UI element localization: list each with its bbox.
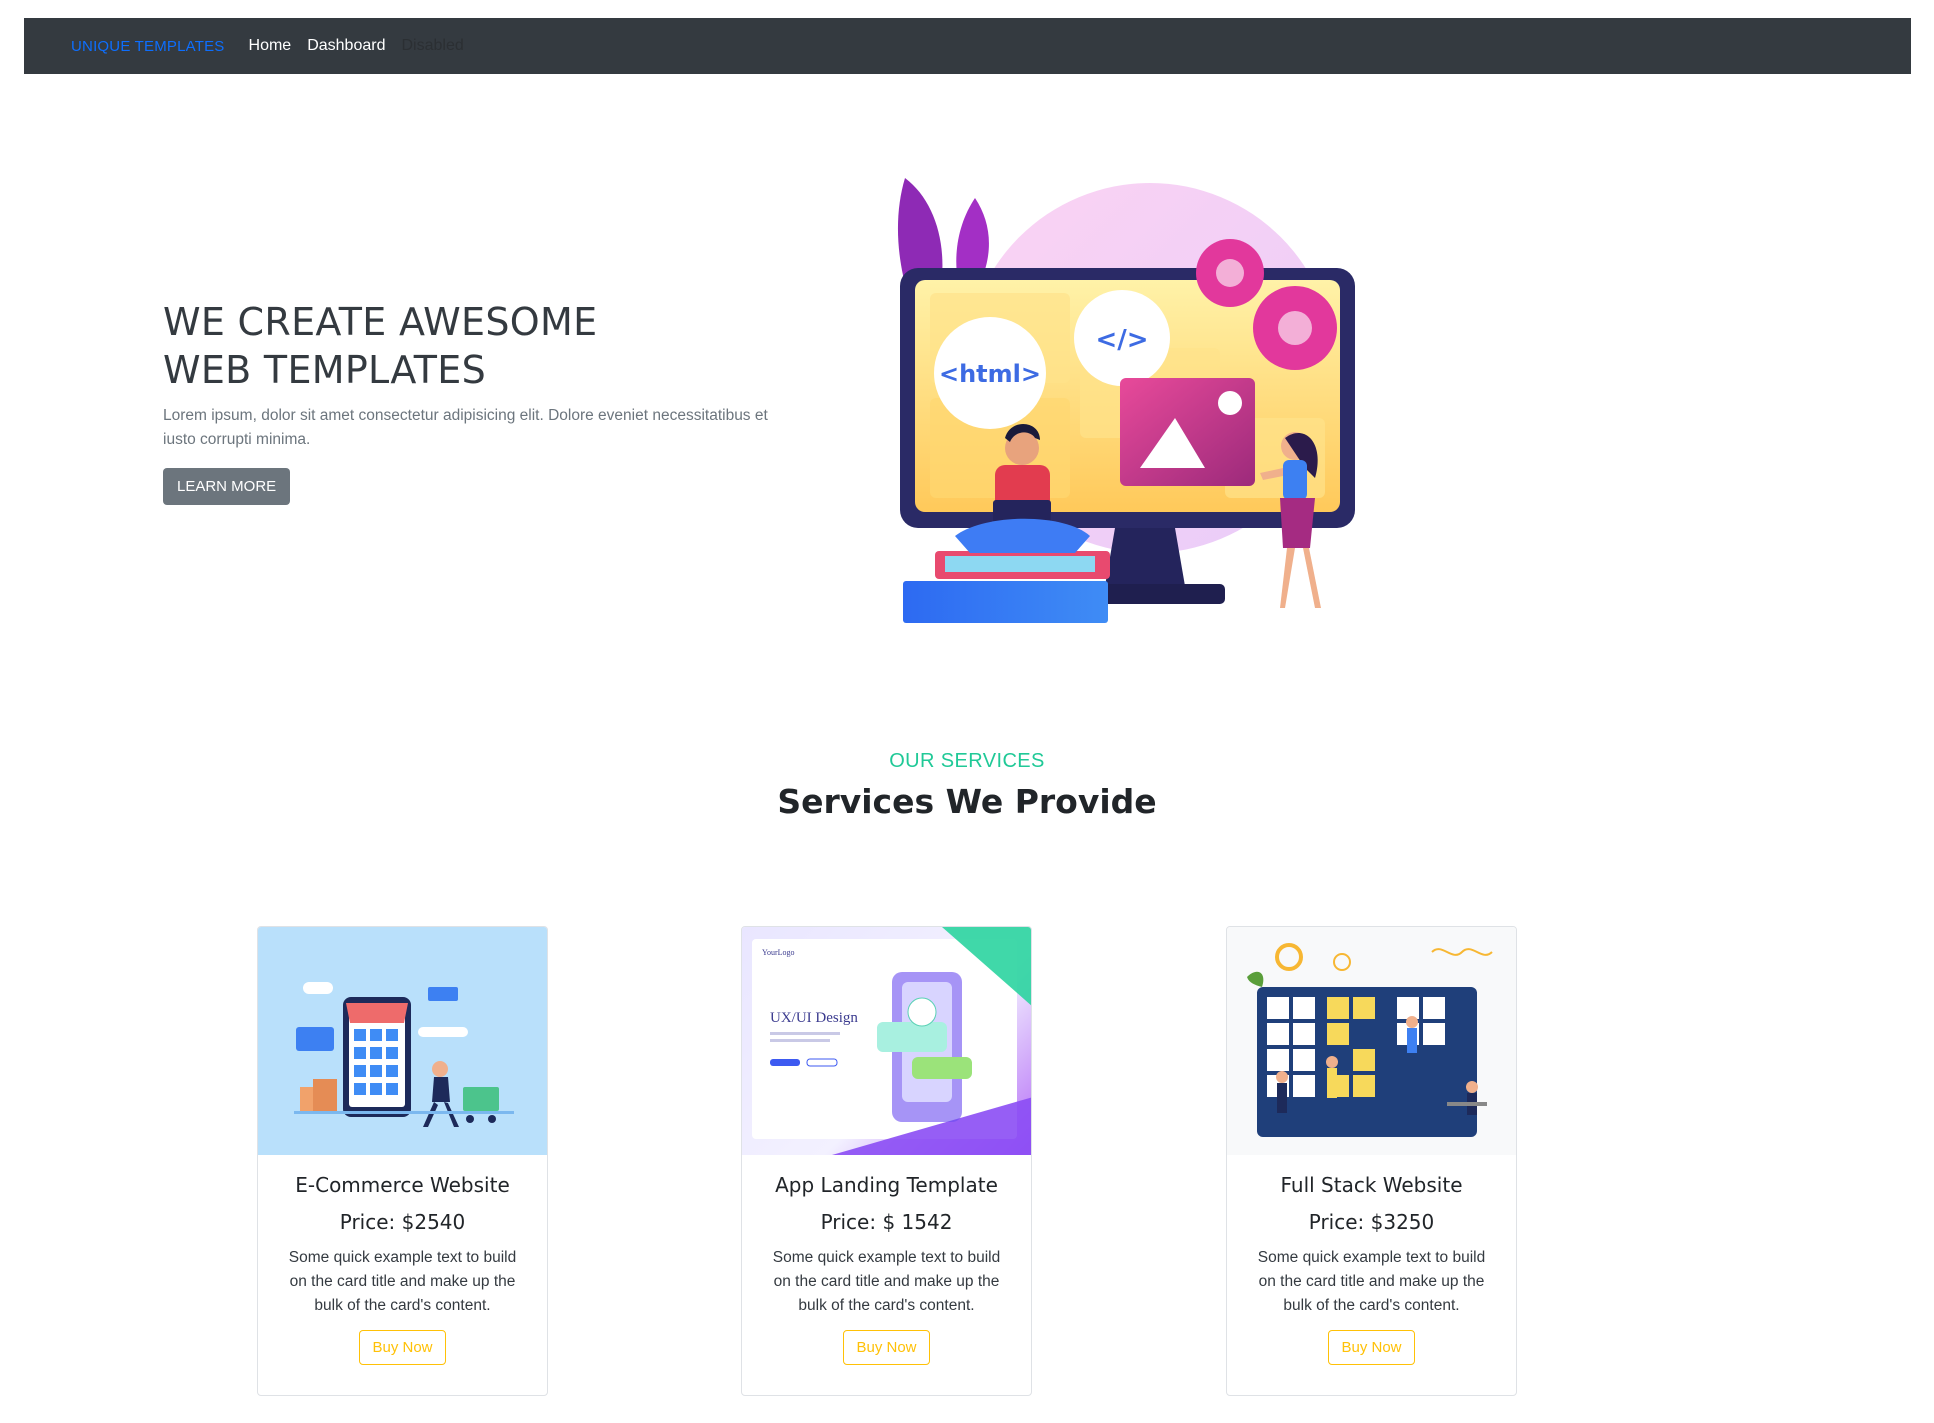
hero-illustration: <html> </> [897, 178, 1355, 623]
card-shape [296, 1027, 334, 1051]
service-card-app-landing: YourLogo UX/UI Design App Landing Templa… [741, 926, 1032, 1396]
card-title: Full Stack Website [1280, 1173, 1463, 1197]
card-text: Some quick example text to build on the … [1257, 1249, 1486, 1314]
app-logo-text: YourLogo [762, 948, 795, 957]
card-title: E-Commerce Website [295, 1173, 510, 1197]
monitor-stand [1105, 528, 1185, 586]
plant-shape [1247, 971, 1264, 987]
full-stack-card-image [1227, 927, 1516, 1155]
shopper-shape [432, 1061, 448, 1077]
nav-link-home[interactable]: Home [249, 37, 292, 55]
nav-link-disabled: Disabled [401, 37, 464, 54]
card-price: Price: $2540 [339, 1210, 466, 1234]
services-title: Services We Provide [777, 782, 1157, 821]
hero-title-line1: WE CREATE AWESOME [163, 300, 598, 344]
buy-now-button[interactable]: Buy Now [359, 1330, 446, 1365]
hero-title: WE CREATE AWESOME WEB TEMPLATES [163, 298, 783, 394]
hero-section: WE CREATE AWESOME WEB TEMPLATES Lorem ip… [163, 298, 783, 505]
brand-link[interactable]: UNIQUE TEMPLATES [71, 38, 225, 55]
service-card-ecommerce: E-Commerce Website Price: $2540 Some qui… [257, 926, 548, 1396]
buy-now-button[interactable]: Buy Now [1328, 1330, 1415, 1365]
person-shape [1406, 1016, 1418, 1028]
navbar: UNIQUE TEMPLATES Home Dashboard Disabled [24, 18, 1911, 74]
card-body: E-Commerce Website Price: $2540 Some qui… [258, 1155, 547, 1365]
card-body: App Landing Template Price: $ 1542 Some … [742, 1155, 1031, 1365]
card-price: Price: $3250 [1308, 1210, 1435, 1234]
cart-shape [463, 1087, 499, 1111]
code-bubble-label: </> [1095, 325, 1148, 355]
card-text: Some quick example text to build on the … [772, 1249, 1001, 1314]
app-landing-card-image: YourLogo UX/UI Design [742, 927, 1031, 1155]
app-heading-text: UX/UI Design [770, 1010, 858, 1026]
learn-more-button[interactable]: LEARN MORE [163, 468, 291, 505]
card-body: Full Stack Website Price: $3250 Some qui… [1227, 1155, 1516, 1365]
html-bubble-label: <html> [939, 360, 1041, 388]
services-eyebrow: OUR SERVICES [889, 750, 1045, 772]
hero-description: Lorem ipsum, dolor sit amet consectetur … [163, 407, 768, 448]
card-title: App Landing Template [775, 1173, 998, 1197]
hero-title-line2: WEB TEMPLATES [163, 348, 486, 392]
ecommerce-card-image [258, 927, 547, 1155]
nav-link-dashboard[interactable]: Dashboard [307, 37, 385, 55]
buy-now-button[interactable]: Buy Now [843, 1330, 930, 1365]
card-price: Price: $ 1542 [820, 1210, 953, 1234]
gear-icon [1275, 943, 1303, 971]
card-text: Some quick example text to build on the … [288, 1249, 517, 1314]
service-card-full-stack: Full Stack Website Price: $3250 Some qui… [1226, 926, 1517, 1396]
